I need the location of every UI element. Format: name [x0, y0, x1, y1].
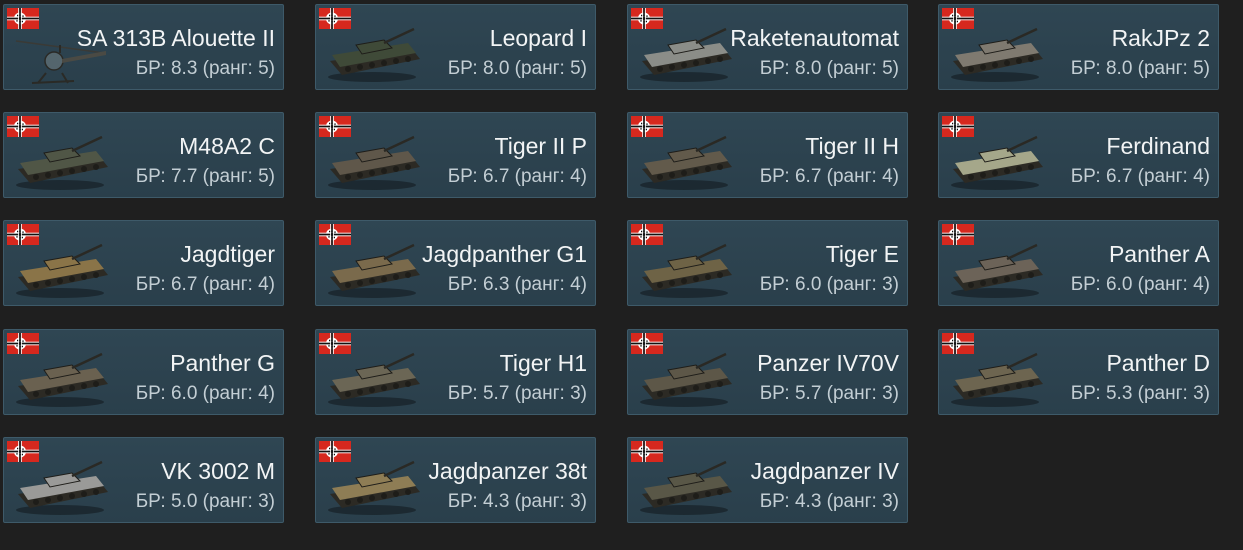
tank-icon	[640, 460, 732, 515]
vehicle-battle-rating: БР: 8.3 (ранг: 5)	[135, 58, 275, 79]
vehicle-card[interactable]: Leopard I БР: 8.0 (ранг: 5)	[315, 4, 596, 90]
vehicle-name: Panzer IV70V	[757, 350, 899, 376]
vehicle-name: Tiger II P	[494, 133, 587, 159]
vehicle-battle-rating: БР: 7.7 (ранг: 5)	[135, 166, 275, 187]
vehicle-name: M48A2 C	[179, 133, 275, 159]
tank-icon	[640, 243, 732, 298]
vehicle-battle-rating: БР: 4.3 (ранг: 3)	[759, 491, 899, 512]
vehicle-battle-rating: БР: 5.7 (ранг: 3)	[447, 383, 587, 404]
tank-icon	[328, 243, 420, 298]
vehicle-name: Jagdpanzer IV	[750, 458, 899, 484]
vehicle-battle-rating: БР: 4.3 (ранг: 3)	[447, 491, 587, 512]
vehicle-battle-rating: БР: 6.7 (ранг: 4)	[135, 274, 275, 295]
tank-icon	[16, 243, 108, 298]
vehicle-name: Panther G	[170, 350, 275, 376]
vehicle-name: Leopard I	[489, 25, 587, 51]
vehicle-name: RakJPz 2	[1111, 25, 1210, 51]
german-ww2-flag-icon	[319, 441, 351, 462]
german-ww2-flag-icon	[319, 8, 351, 29]
german-ww2-flag-icon	[7, 224, 39, 245]
vehicle-name: Panther D	[1106, 350, 1210, 376]
vehicle-card[interactable]: SA 313B Alouette II БР: 8.3 (ранг: 5)	[3, 4, 284, 90]
vehicle-name: Raketenautomat	[730, 25, 899, 51]
vehicle-name: Jagdpanzer 38t	[428, 458, 587, 484]
tank-icon	[951, 135, 1043, 190]
vehicle-name: Jagdtiger	[180, 241, 275, 267]
vehicle-battle-rating: БР: 5.3 (ранг: 3)	[1070, 383, 1210, 404]
vehicle-battle-rating: БР: 8.0 (ранг: 5)	[759, 58, 899, 79]
vehicle-battle-rating: БР: 8.0 (ранг: 5)	[1070, 58, 1210, 79]
vehicle-name: Jagdpanther G1	[422, 241, 587, 267]
tank-icon	[16, 352, 108, 407]
vehicle-card[interactable]: Tiger E БР: 6.0 (ранг: 3)	[627, 220, 908, 306]
vehicle-battle-rating: БР: 6.0 (ранг: 4)	[135, 383, 275, 404]
vehicle-name: Tiger II H	[805, 133, 899, 159]
vehicle-battle-rating: БР: 8.0 (ранг: 5)	[447, 58, 587, 79]
tank-icon	[328, 135, 420, 190]
tank-icon	[640, 135, 732, 190]
vehicle-name: Ferdinand	[1106, 133, 1210, 159]
german-ww2-flag-icon	[7, 441, 39, 462]
german-ww2-flag-icon	[7, 116, 39, 137]
vehicle-card[interactable]: Jagdtiger БР: 6.7 (ранг: 4)	[3, 220, 284, 306]
vehicle-card[interactable]: Tiger II P БР: 6.7 (ранг: 4)	[315, 112, 596, 198]
vehicle-battle-rating: БР: 5.0 (ранг: 3)	[135, 491, 275, 512]
tank-icon	[16, 460, 108, 515]
german-ww2-flag-icon	[631, 224, 663, 245]
vehicle-card[interactable]: Ferdinand БР: 6.7 (ранг: 4)	[938, 112, 1219, 198]
vehicle-name: Panther A	[1108, 241, 1210, 267]
tank-icon	[328, 352, 420, 407]
vehicle-card[interactable]: Jagdpanther G1 БР: 6.3 (ранг: 4)	[315, 220, 596, 306]
german-ww2-flag-icon	[319, 224, 351, 245]
vehicle-card[interactable]: Panther D БР: 5.3 (ранг: 3)	[938, 329, 1219, 415]
german-ww2-flag-icon	[319, 116, 351, 137]
tank-icon	[951, 27, 1043, 82]
vehicle-card[interactable]: Jagdpanzer IV БР: 4.3 (ранг: 3)	[627, 437, 908, 523]
vehicle-battle-rating: БР: 6.0 (ранг: 3)	[759, 274, 899, 295]
vehicle-card[interactable]: Panther A БР: 6.0 (ранг: 4)	[938, 220, 1219, 306]
vehicle-battle-rating: БР: 6.7 (ранг: 4)	[447, 166, 587, 187]
german-ww2-flag-icon	[631, 441, 663, 462]
german-ww2-flag-icon	[631, 8, 663, 29]
german-ww2-flag-icon	[631, 333, 663, 354]
german-ww2-flag-icon	[7, 333, 39, 354]
vehicle-battle-rating: БР: 6.7 (ранг: 4)	[1070, 166, 1210, 187]
vehicle-card[interactable]: Jagdpanzer 38t БР: 4.3 (ранг: 3)	[315, 437, 596, 523]
vehicle-card[interactable]: M48A2 C БР: 7.7 (ранг: 5)	[3, 112, 284, 198]
tank-icon	[16, 135, 108, 190]
tank-icon	[328, 460, 420, 515]
vehicle-card[interactable]: Tiger II H БР: 6.7 (ранг: 4)	[627, 112, 908, 198]
vehicle-name: SA 313B Alouette II	[76, 25, 275, 51]
german-ww2-flag-icon	[319, 333, 351, 354]
vehicle-card[interactable]: Tiger H1 БР: 5.7 (ранг: 3)	[315, 329, 596, 415]
vehicle-grid: SA 313B Alouette II БР: 8.3 (ранг: 5) Leo…	[0, 0, 1243, 550]
vehicle-battle-rating: БР: 6.7 (ранг: 4)	[759, 166, 899, 187]
german-ww2-flag-icon	[942, 224, 974, 245]
vehicle-battle-rating: БР: 6.3 (ранг: 4)	[447, 274, 587, 295]
vehicle-card[interactable]: Panther G БР: 6.0 (ранг: 4)	[3, 329, 284, 415]
vehicle-card[interactable]: Panzer IV70V БР: 5.7 (ранг: 3)	[627, 329, 908, 415]
vehicle-battle-rating: БР: 5.7 (ранг: 3)	[759, 383, 899, 404]
german-ww2-flag-icon	[7, 8, 39, 29]
vehicle-name: Tiger E	[825, 241, 899, 267]
tank-icon	[328, 27, 420, 82]
tank-icon	[951, 243, 1043, 298]
vehicle-card[interactable]: Raketenautomat БР: 8.0 (ранг: 5)	[627, 4, 908, 90]
german-ww2-flag-icon	[942, 8, 974, 29]
tank-icon	[951, 352, 1043, 407]
german-ww2-flag-icon	[942, 333, 974, 354]
tank-icon	[640, 352, 732, 407]
german-ww2-flag-icon	[631, 116, 663, 137]
tank-icon	[640, 27, 732, 82]
vehicle-card[interactable]: RakJPz 2 БР: 8.0 (ранг: 5)	[938, 4, 1219, 90]
german-ww2-flag-icon	[942, 116, 974, 137]
vehicle-card[interactable]: VK 3002 M БР: 5.0 (ранг: 3)	[3, 437, 284, 523]
vehicle-name: Tiger H1	[499, 350, 587, 376]
vehicle-name: VK 3002 M	[161, 458, 275, 484]
vehicle-battle-rating: БР: 6.0 (ранг: 4)	[1070, 274, 1210, 295]
